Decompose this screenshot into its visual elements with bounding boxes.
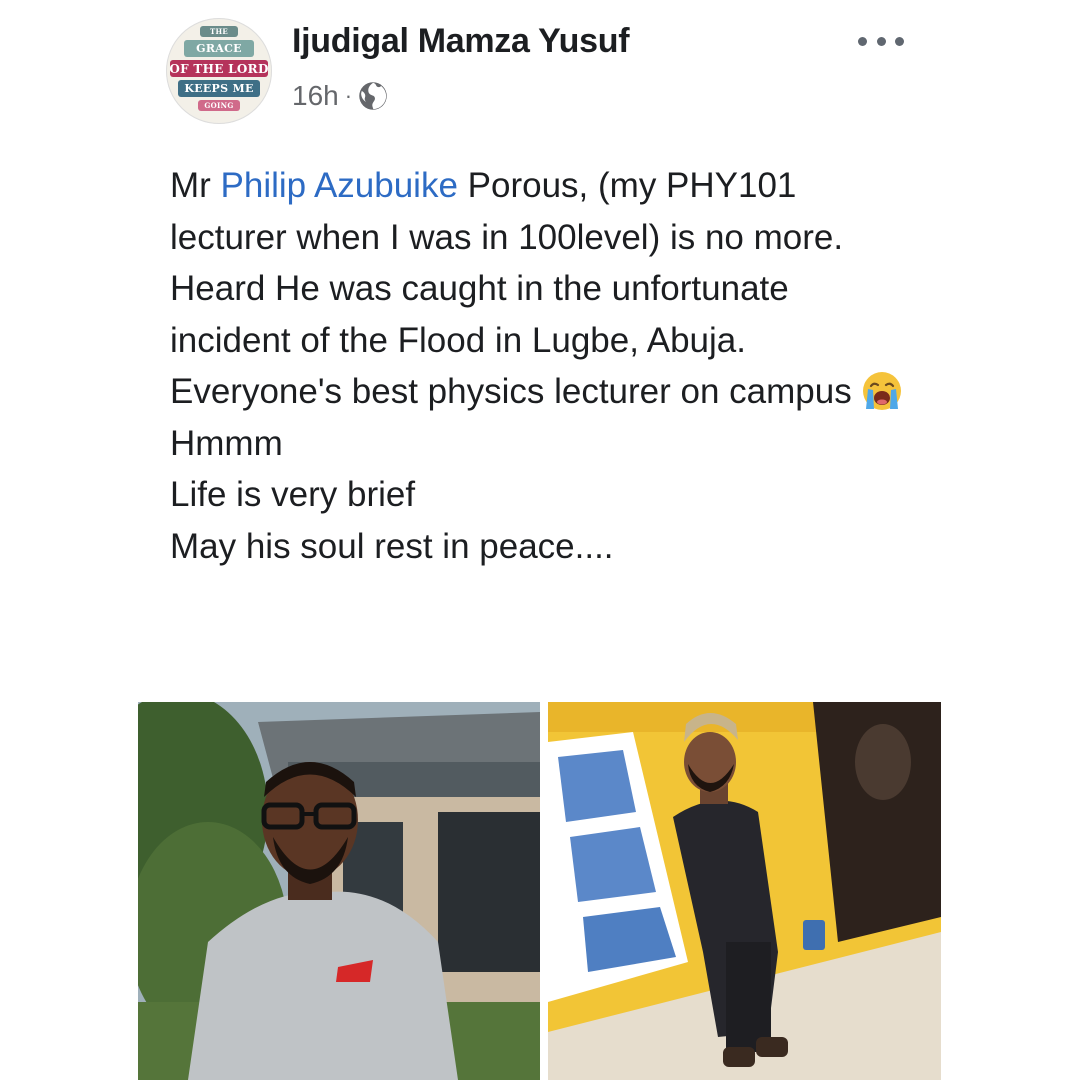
avatar-text-line: GOING xyxy=(198,100,240,111)
post-text-segment: Mr xyxy=(170,166,221,205)
avatar-text-line: OF THE LORD xyxy=(169,60,269,77)
post-paragraph: Mr Philip Azubuike Porous, (my PHY101 le… xyxy=(170,160,910,263)
more-dot xyxy=(895,36,904,46)
post-paragraph: May his soul rest in peace.... xyxy=(170,526,614,566)
post-paragraph: Life is very brief xyxy=(170,475,416,514)
post-paragraph: Heard He was caught in the unfortunate i… xyxy=(170,269,789,360)
meta-separator: · xyxy=(344,83,353,108)
post-meta: 16h · xyxy=(292,80,388,112)
post-text-segment: Everyone's best physics lecturer on camp… xyxy=(170,372,852,411)
author-name[interactable]: Ijudigal Mamza Yusuf xyxy=(292,22,630,61)
avatar-text-line: THE xyxy=(200,26,238,37)
post-timestamp[interactable]: 16h xyxy=(292,80,339,112)
loudly-crying-face-emoji xyxy=(862,372,901,410)
post-photo-right[interactable] xyxy=(548,702,941,1080)
more-dot xyxy=(858,36,867,46)
post-paragraph: Hmmm xyxy=(170,423,283,463)
mentioned-person-link[interactable]: Philip Azubuike xyxy=(221,166,458,205)
avatar-text-line: KEEPS ME xyxy=(178,80,260,97)
post-photo-left[interactable] xyxy=(138,702,540,1080)
more-dot xyxy=(876,36,886,46)
post-text: Mr Philip Azubuike Porous, (my PHY101 le… xyxy=(170,160,910,572)
avatar-text-line: GRACE xyxy=(184,40,254,57)
more-options-icon[interactable] xyxy=(858,26,904,56)
globe-icon[interactable] xyxy=(358,81,388,111)
post-paragraph: Everyone's best physics lecturer on camp… xyxy=(170,366,910,418)
author-avatar[interactable]: THE GRACE OF THE LORD KEEPS ME GOING xyxy=(166,18,272,124)
photo-man-black-kaftan xyxy=(548,702,941,1080)
photo-man-grey-kaftan xyxy=(138,702,540,1080)
